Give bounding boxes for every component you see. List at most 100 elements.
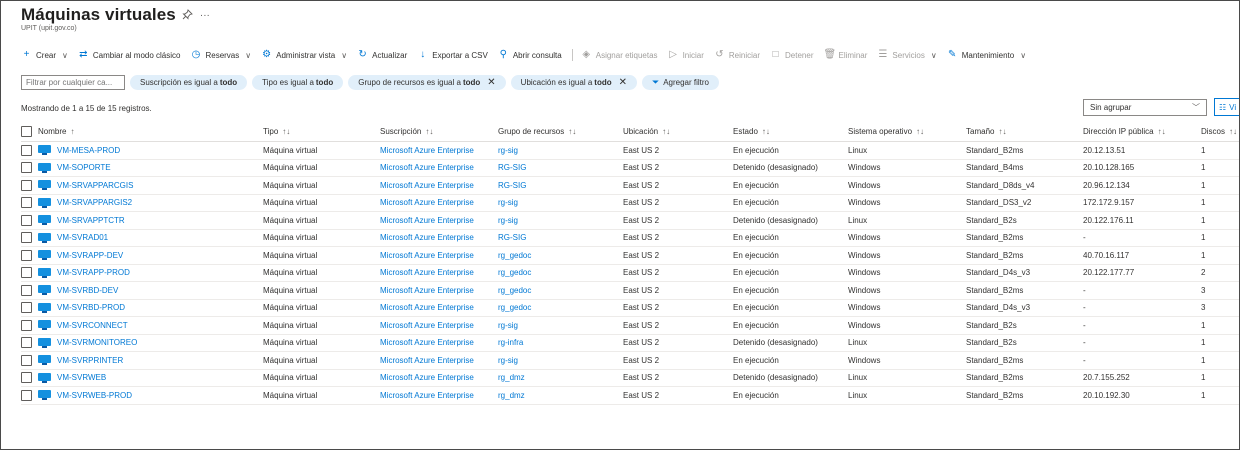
- row-checkbox[interactable]: [21, 337, 32, 349]
- table-row[interactable]: VM-SVRPRINTER Máquina virtual Microsoft Az…: [21, 352, 1239, 370]
- add-filter-button[interactable]: ⏷ Agregar filtro: [642, 75, 719, 90]
- toolbar-servicios-button[interactable]: ☰ Servicios ∨: [877, 50, 936, 60]
- column-header-disc[interactable]: Discos ↑↓: [1201, 122, 1237, 141]
- toolbar-actualizar-button[interactable]: ↻ Actualizar: [357, 50, 407, 60]
- cell-sub[interactable]: Microsoft Azure Enterprise: [380, 212, 474, 229]
- cell-sub-text[interactable]: Microsoft Azure Enterprise: [380, 338, 474, 347]
- table-row[interactable]: VM-SRVAPPTCTR Máquina virtual Microsoft Az…: [21, 212, 1239, 230]
- cell-sub[interactable]: Microsoft Azure Enterprise: [380, 265, 474, 282]
- toolbar-reservas-button[interactable]: ◷ Reservas ∨: [190, 50, 252, 60]
- toolbar-administrar-vista-button[interactable]: ⚙ Administrar vista ∨: [261, 50, 347, 60]
- cell-name-text[interactable]: VM-SVRAPP-PROD: [57, 268, 130, 277]
- cell-grp-text[interactable]: rg_dmz: [498, 373, 525, 382]
- cell-grp-text[interactable]: RG-SIG: [498, 163, 526, 172]
- cell-name-text[interactable]: VM-SRVAPPARCGIS: [57, 181, 133, 190]
- cell-sub[interactable]: Microsoft Azure Enterprise: [380, 352, 474, 369]
- cell-name[interactable]: VM-SVRAPP-PROD: [21, 265, 130, 282]
- cell-name-text[interactable]: VM-SVRWEB-PROD: [57, 391, 132, 400]
- cell-name[interactable]: VM-SRVAPPARCGIS: [21, 177, 133, 194]
- toolbar-eliminar-button[interactable]: 🗑 Eliminar: [824, 50, 868, 60]
- cell-grp-text[interactable]: rg_gedoc: [498, 286, 531, 295]
- cell-grp[interactable]: rg_gedoc: [498, 265, 531, 282]
- cell-grp-text[interactable]: rg_dmz: [498, 391, 525, 400]
- filter-pill[interactable]: Grupo de recursos es igual a todo ✕: [348, 75, 506, 90]
- row-checkbox[interactable]: [21, 354, 32, 366]
- column-header-ip[interactable]: Dirección IP pública ↑↓: [1083, 122, 1166, 141]
- cell-name[interactable]: VM-SVRWEB: [21, 370, 106, 387]
- cell-sub[interactable]: Microsoft Azure Enterprise: [380, 160, 474, 177]
- filter-pill[interactable]: Suscripción es igual a todo: [130, 75, 248, 90]
- cell-sub[interactable]: Microsoft Azure Enterprise: [380, 230, 474, 247]
- cell-name[interactable]: VM-SVRPRINTER: [21, 352, 123, 369]
- cell-sub[interactable]: Microsoft Azure Enterprise: [380, 142, 474, 159]
- column-header-sub[interactable]: Suscripción ↑↓: [380, 122, 433, 141]
- cell-sub[interactable]: Microsoft Azure Enterprise: [380, 317, 474, 334]
- cell-sub[interactable]: Microsoft Azure Enterprise: [380, 282, 474, 299]
- cell-sub[interactable]: Microsoft Azure Enterprise: [380, 335, 474, 352]
- cell-name-text[interactable]: VM-SVRAPP-DEV: [57, 251, 123, 260]
- table-row[interactable]: VM-SVRAPP-DEV Máquina virtual Microsoft Az…: [21, 247, 1239, 265]
- remove-filter-icon[interactable]: ✕: [487, 77, 495, 88]
- cell-grp-text[interactable]: rg-sig: [498, 198, 518, 207]
- filter-pill[interactable]: Ubicación es igual a todo ✕: [510, 75, 637, 90]
- cell-sub-text[interactable]: Microsoft Azure Enterprise: [380, 251, 474, 260]
- column-header-tam[interactable]: Tamaño ↑↓: [966, 122, 1006, 141]
- table-row[interactable]: VM-SRVAPPARGIS2 Máquina virtual Microsoft …: [21, 195, 1239, 212]
- cell-grp[interactable]: rg-sig: [498, 352, 518, 369]
- table-row[interactable]: VM-MESA-PROD Máquina virtual Microsoft Azu…: [21, 142, 1239, 160]
- cell-sub-text[interactable]: Microsoft Azure Enterprise: [380, 391, 474, 400]
- cell-grp-text[interactable]: rg_gedoc: [498, 303, 531, 312]
- column-header-tipo[interactable]: Tipo ↑↓: [263, 122, 290, 141]
- cell-sub-text[interactable]: Microsoft Azure Enterprise: [380, 163, 474, 172]
- cell-grp[interactable]: rg-sig: [498, 142, 518, 159]
- cell-sub-text[interactable]: Microsoft Azure Enterprise: [380, 321, 474, 330]
- cell-name[interactable]: VM-SVRBD-DEV: [21, 282, 118, 299]
- cell-grp-text[interactable]: rg-sig: [498, 321, 518, 330]
- cell-sub[interactable]: Microsoft Azure Enterprise: [380, 247, 474, 264]
- cell-name-text[interactable]: VM-SRVAPPTCTR: [57, 216, 125, 225]
- table-row[interactable]: VM-SVRMONITOREO Máquina virtual Microsoft …: [21, 335, 1239, 352]
- cell-sub-text[interactable]: Microsoft Azure Enterprise: [380, 286, 474, 295]
- toolbar-cambiar-al-modo-cl-sico-button[interactable]: ⇄ Cambiar al modo clásico: [78, 50, 180, 60]
- cell-sub[interactable]: Microsoft Azure Enterprise: [380, 387, 474, 404]
- cell-grp-text[interactable]: rg-sig: [498, 356, 518, 365]
- cell-grp[interactable]: rg_dmz: [498, 387, 525, 404]
- cell-name-text[interactable]: VM-MESA-PROD: [57, 146, 120, 155]
- cell-name[interactable]: VM-SVRMONITOREO: [21, 335, 137, 352]
- cell-name[interactable]: VM-SVRWEB-PROD: [21, 387, 132, 404]
- cell-grp[interactable]: rg_gedoc: [498, 282, 531, 299]
- cell-grp[interactable]: RG-SIG: [498, 230, 526, 247]
- cell-sub-text[interactable]: Microsoft Azure Enterprise: [380, 233, 474, 242]
- cell-grp[interactable]: rg_gedoc: [498, 247, 531, 264]
- cell-grp-text[interactable]: RG-SIG: [498, 181, 526, 190]
- table-row[interactable]: VM-SOPORTE Máquina virtual Microsoft Azure…: [21, 160, 1239, 177]
- table-row[interactable]: VM-SVRWEB Máquina virtual Microsoft Azure …: [21, 370, 1239, 387]
- row-checkbox[interactable]: [21, 372, 32, 384]
- cell-name[interactable]: VM-SVRAPP-DEV: [21, 247, 123, 264]
- cell-name[interactable]: VM-SOPORTE: [21, 160, 111, 177]
- column-header-ubi[interactable]: Ubicación ↑↓: [623, 122, 670, 141]
- cell-name-text[interactable]: VM-SVRBD-PROD: [57, 303, 125, 312]
- cell-grp[interactable]: rg-sig: [498, 212, 518, 229]
- cell-name-text[interactable]: VM-SVRCONNECT: [57, 321, 128, 330]
- row-checkbox[interactable]: [21, 232, 32, 244]
- more-options-icon[interactable]: ···: [200, 10, 210, 21]
- cell-name[interactable]: VM-SRVAPPARGIS2: [21, 195, 132, 212]
- cell-name[interactable]: VM-SVRCONNECT: [21, 317, 128, 334]
- row-checkbox[interactable]: [21, 144, 32, 156]
- table-row[interactable]: VM-SVRWEB-PROD Máquina virtual Microsoft A…: [21, 387, 1239, 405]
- table-row[interactable]: VM-SVRCONNECT Máquina virtual Microsoft Az…: [21, 317, 1239, 335]
- cell-grp[interactable]: rg-sig: [498, 317, 518, 334]
- cell-sub[interactable]: Microsoft Azure Enterprise: [380, 177, 474, 194]
- grouping-dropdown[interactable]: Sin agrupar ﹀: [1083, 99, 1207, 116]
- table-row[interactable]: VM-SVRAPP-PROD Máquina virtual Microsoft A…: [21, 265, 1239, 282]
- filter-pill[interactable]: Tipo es igual a todo: [252, 75, 344, 90]
- cell-sub-text[interactable]: Microsoft Azure Enterprise: [380, 146, 474, 155]
- row-checkbox[interactable]: [21, 389, 32, 401]
- row-checkbox[interactable]: [21, 249, 32, 261]
- toolbar-asignar-etiquetas-button[interactable]: ◈ Asignar etiquetas: [581, 50, 657, 60]
- cell-sub-text[interactable]: Microsoft Azure Enterprise: [380, 181, 474, 190]
- cell-grp-text[interactable]: rg_gedoc: [498, 268, 531, 277]
- column-header-grp[interactable]: Grupo de recursos ↑↓: [498, 122, 576, 141]
- cell-grp-text[interactable]: RG-SIG: [498, 233, 526, 242]
